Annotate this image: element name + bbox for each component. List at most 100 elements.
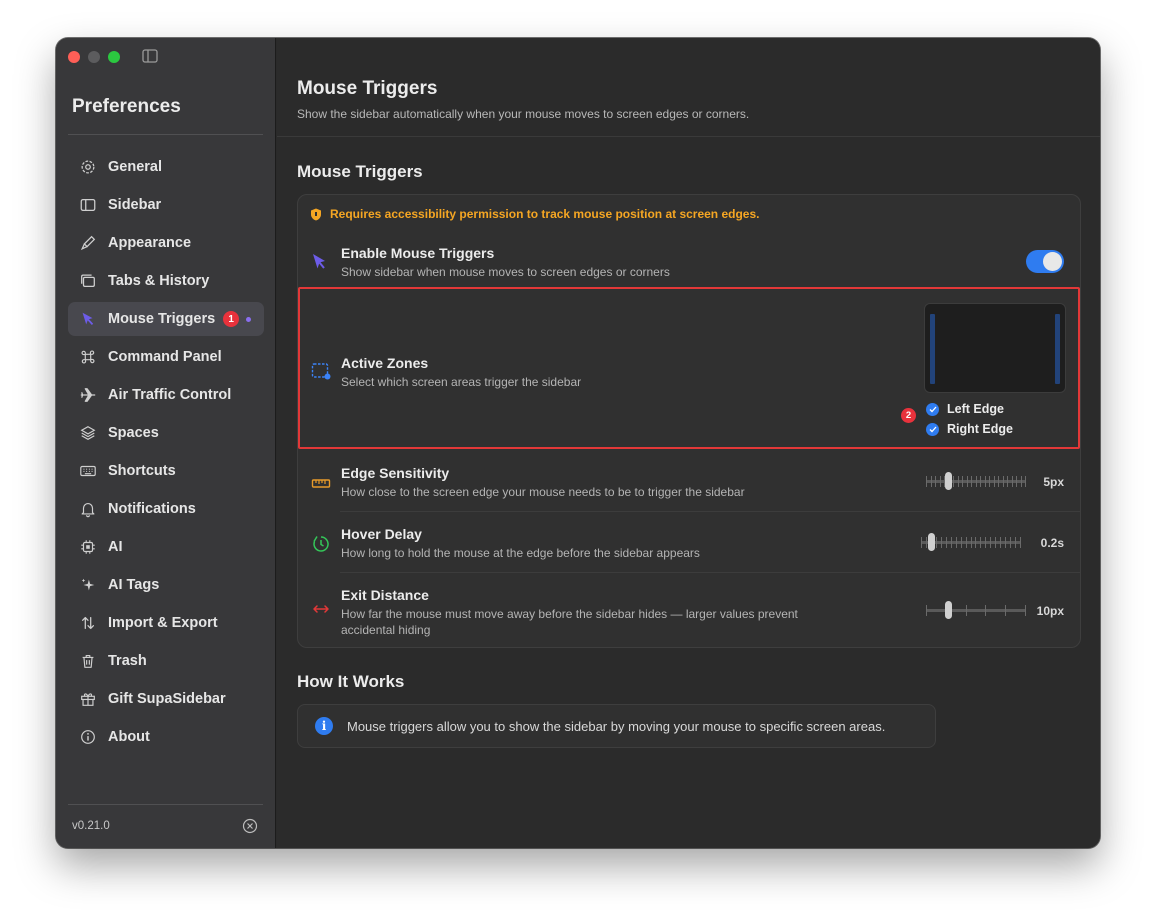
sidebar-item-label: Import & Export (108, 615, 218, 631)
slider-tick (1016, 476, 1017, 487)
slider-tick (956, 537, 957, 548)
slider-tick (1000, 537, 1001, 548)
ruler-icon (311, 479, 331, 488)
slider-tick (966, 605, 967, 616)
sparkles-icon (78, 575, 98, 595)
slider-tick (1005, 605, 1006, 616)
slider-tick (976, 476, 977, 487)
sidebar-item-label: Shortcuts (108, 463, 176, 479)
sensitivity-title: Edge Sensitivity (341, 465, 450, 481)
nav-list: General Sidebar Appearance Tabs & Histor… (68, 150, 264, 758)
sidebar-item-air-traffic-control[interactable]: Air Traffic Control (68, 378, 264, 412)
info-icon (78, 727, 98, 747)
slider-tick (1015, 537, 1016, 548)
slider-tick (962, 476, 963, 487)
screen-preview (924, 303, 1066, 393)
paintbrush-icon (78, 233, 98, 253)
right-edge-zone[interactable] (1055, 314, 1060, 384)
slider-tick (1021, 476, 1022, 487)
zones-desc: Select which screen areas trigger the si… (341, 375, 582, 389)
sidebar-item-label: Sidebar (108, 197, 162, 213)
slider-tick (935, 476, 936, 487)
slider-tick (953, 476, 954, 487)
sidebar-item-label: Spaces (108, 425, 159, 441)
cursor-icon (313, 254, 325, 269)
tabs-icon (78, 271, 98, 291)
slider-tick (1020, 537, 1021, 548)
zoom-window-button[interactable] (108, 51, 120, 63)
slider-tick (985, 537, 986, 548)
hover-delay-slider[interactable] (921, 532, 1021, 552)
divider (340, 511, 1080, 512)
sidebar-item-ai[interactable]: AI (68, 530, 264, 564)
how-it-works-title: How It Works (297, 672, 405, 691)
slider-tick (951, 537, 952, 548)
sidebar-item-general[interactable]: General (68, 150, 264, 184)
slider-tick (921, 537, 922, 548)
sidebar-item-label: Mouse Triggers (108, 311, 216, 327)
right-edge-checkbox[interactable]: Right Edge (926, 422, 1013, 436)
hover-title: Hover Delay (341, 526, 422, 542)
sidebar-item-ai-tags[interactable]: AI Tags (68, 568, 264, 602)
sidebar-item-label: General (108, 159, 162, 175)
sidebar-toggle-icon[interactable] (142, 49, 158, 63)
sensitivity-slider[interactable] (926, 471, 1026, 491)
sidebar-item-tabs-history[interactable]: Tabs & History (68, 264, 264, 298)
slider-thumb[interactable] (928, 533, 935, 551)
sidebar-item-label: Tabs & History (108, 273, 210, 289)
bell-icon (78, 499, 98, 519)
left-edge-zone[interactable] (930, 314, 935, 384)
preferences-window: Preferences General Sidebar Appearance T… (56, 38, 1100, 848)
slider-tick (971, 476, 972, 487)
close-window-button[interactable] (68, 51, 80, 63)
checkmark-icon (926, 422, 939, 436)
window-controls (68, 51, 120, 63)
slider-tick (940, 476, 941, 487)
slider-thumb[interactable] (945, 472, 952, 490)
sidebar-item-shortcuts[interactable]: Shortcuts (68, 454, 264, 488)
exit-distance-slider[interactable] (926, 600, 1026, 620)
sidebar-item-label: Trash (108, 653, 147, 669)
sidebar-item-label: Air Traffic Control (108, 387, 232, 403)
enable-mouse-triggers-toggle[interactable] (1026, 250, 1064, 273)
settings-card: Requires accessibility permission to tra… (297, 194, 1081, 648)
slider-tick (985, 605, 986, 616)
sidebar-item-command-panel[interactable]: Command Panel (68, 340, 264, 374)
checkmark-icon (926, 402, 939, 416)
slider-tick (980, 476, 981, 487)
slider-tick (1007, 476, 1008, 487)
sidebar-title: Preferences (72, 96, 181, 117)
page-subtitle: Show the sidebar automatically when your… (297, 107, 750, 121)
page-title: Mouse Triggers (297, 78, 438, 99)
divider (68, 134, 263, 135)
slider-tick (958, 476, 959, 487)
info-text: Mouse triggers allow you to show the sid… (347, 718, 886, 734)
divider (340, 572, 1080, 573)
slider-tick (1012, 476, 1013, 487)
minimize-window-button[interactable] (88, 51, 100, 63)
slider-tick (994, 476, 995, 487)
sidebar-item-gift[interactable]: Gift SupaSidebar (68, 682, 264, 716)
airplane-icon (78, 385, 98, 405)
sidebar-item-spaces[interactable]: Spaces (68, 416, 264, 450)
gear-icon (78, 157, 98, 177)
step-badge: 1 (223, 311, 240, 327)
sidebar-item-import-export[interactable]: Import & Export (68, 606, 264, 640)
slider-tick (926, 537, 927, 548)
slider-tick (926, 605, 927, 616)
close-icon[interactable] (242, 818, 258, 834)
section-title: Mouse Triggers (297, 162, 423, 181)
slider-tick (1005, 537, 1006, 548)
slider-thumb[interactable] (945, 601, 952, 619)
slider-tick (1003, 476, 1004, 487)
left-edge-checkbox[interactable]: Left Edge (926, 402, 1004, 416)
chip-icon (78, 537, 98, 557)
sidebar-item-trash[interactable]: Trash (68, 644, 264, 678)
arrows-leftright-icon (313, 605, 329, 613)
slider-tick (980, 537, 981, 548)
sidebar-item-mouse-triggers[interactable]: Mouse Triggers 1 (68, 302, 264, 336)
sidebar-item-notifications[interactable]: Notifications (68, 492, 264, 526)
sidebar-item-appearance[interactable]: Appearance (68, 226, 264, 260)
sidebar-item-about[interactable]: About (68, 720, 264, 754)
sidebar-item-sidebar[interactable]: Sidebar (68, 188, 264, 222)
